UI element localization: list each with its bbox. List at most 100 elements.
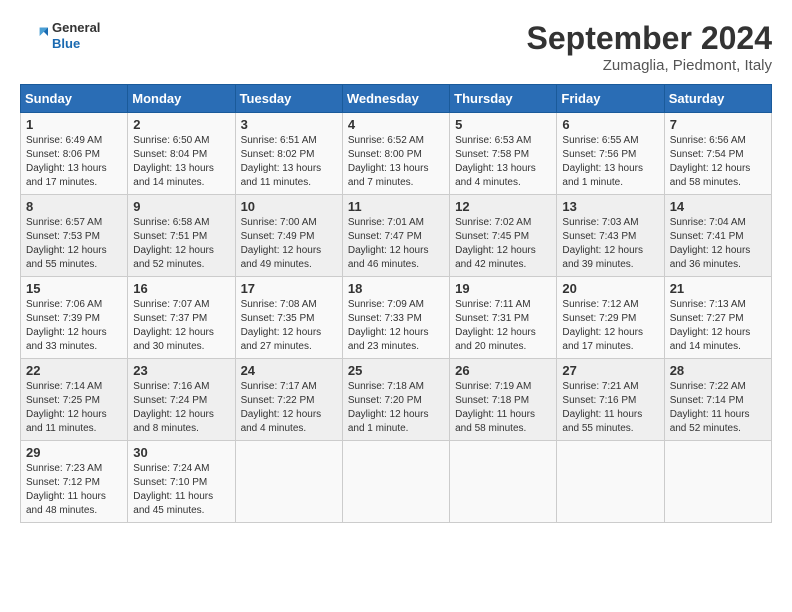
calendar-cell: 16 Sunrise: 7:07 AMSunset: 7:37 PMDayligh… (128, 277, 235, 359)
day-info: Sunrise: 6:58 AMSunset: 7:51 PMDaylight:… (133, 217, 214, 270)
day-number: 28 (670, 363, 766, 378)
day-number: 19 (455, 281, 551, 296)
day-number: 30 (133, 445, 229, 460)
day-number: 22 (26, 363, 122, 378)
day-info: Sunrise: 7:22 AMSunset: 7:14 PMDaylight:… (670, 381, 750, 434)
day-info: Sunrise: 7:07 AMSunset: 7:37 PMDaylight:… (133, 299, 214, 352)
calendar-cell: 15 Sunrise: 7:06 AMSunset: 7:39 PMDayligh… (21, 277, 128, 359)
day-number: 4 (348, 117, 444, 132)
day-info: Sunrise: 7:13 AMSunset: 7:27 PMDaylight:… (670, 299, 751, 352)
day-info: Sunrise: 6:55 AMSunset: 7:56 PMDaylight:… (562, 135, 643, 188)
day-info: Sunrise: 6:53 AMSunset: 7:58 PMDaylight:… (455, 135, 536, 188)
logo-icon (20, 22, 48, 50)
day-info: Sunrise: 7:02 AMSunset: 7:45 PMDaylight:… (455, 217, 536, 270)
calendar-cell: 19 Sunrise: 7:11 AMSunset: 7:31 PMDayligh… (450, 277, 557, 359)
calendar-cell (235, 441, 342, 523)
day-number: 24 (241, 363, 337, 378)
day-info: Sunrise: 7:21 AMSunset: 7:16 PMDaylight:… (562, 381, 642, 434)
calendar-cell (342, 441, 449, 523)
day-number: 18 (348, 281, 444, 296)
weekday-header: Wednesday (342, 85, 449, 113)
calendar-cell: 28 Sunrise: 7:22 AMSunset: 7:14 PMDayligh… (664, 359, 771, 441)
day-number: 9 (133, 199, 229, 214)
calendar-cell: 24 Sunrise: 7:17 AMSunset: 7:22 PMDayligh… (235, 359, 342, 441)
calendar-cell: 17Sunrise: 7:08 AMSunset: 7:35 PMDayligh… (235, 277, 342, 359)
day-info: Sunrise: 7:18 AMSunset: 7:20 PMDaylight:… (348, 381, 429, 434)
day-number: 26 (455, 363, 551, 378)
day-info: Sunrise: 7:09 AMSunset: 7:33 PMDaylight:… (348, 299, 429, 352)
calendar-cell: 27 Sunrise: 7:21 AMSunset: 7:16 PMDayligh… (557, 359, 664, 441)
calendar-cell: 29 Sunrise: 7:23 AMSunset: 7:12 PMDayligh… (21, 441, 128, 523)
day-info: Sunrise: 7:16 AMSunset: 7:24 PMDaylight:… (133, 381, 214, 434)
weekday-header: Thursday (450, 85, 557, 113)
day-info: Sunrise: 6:56 AMSunset: 7:54 PMDaylight:… (670, 135, 751, 188)
calendar-cell: 1 Sunrise: 6:49 AMSunset: 8:06 PMDaylight… (21, 113, 128, 195)
day-info: Sunrise: 6:50 AMSunset: 8:04 PMDaylight:… (133, 135, 214, 188)
day-info: Sunrise: 6:57 AMSunset: 7:53 PMDaylight:… (26, 217, 107, 270)
day-info: Sunrise: 7:04 AMSunset: 7:41 PMDaylight:… (670, 217, 751, 270)
day-number: 3 (241, 117, 337, 132)
calendar-cell: 10 Sunrise: 7:00 AMSunset: 7:49 PMDayligh… (235, 195, 342, 277)
calendar-cell: 12Sunrise: 7:02 AMSunset: 7:45 PMDayligh… (450, 195, 557, 277)
calendar-cell: 6 Sunrise: 6:55 AMSunset: 7:56 PMDaylight… (557, 113, 664, 195)
day-number: 14 (670, 199, 766, 214)
day-number: 5 (455, 117, 551, 132)
day-number: 1 (26, 117, 122, 132)
calendar-cell: 8 Sunrise: 6:57 AMSunset: 7:53 PMDaylight… (21, 195, 128, 277)
day-number: 15 (26, 281, 122, 296)
day-info: Sunrise: 7:17 AMSunset: 7:22 PMDaylight:… (241, 381, 322, 434)
calendar-cell: 22 Sunrise: 7:14 AMSunset: 7:25 PMDayligh… (21, 359, 128, 441)
calendar-cell: 26 Sunrise: 7:19 AMSunset: 7:18 PMDayligh… (450, 359, 557, 441)
day-number: 8 (26, 199, 122, 214)
day-number: 2 (133, 117, 229, 132)
weekday-header: Tuesday (235, 85, 342, 113)
calendar-cell: 30 Sunrise: 7:24 AMSunset: 7:10 PMDayligh… (128, 441, 235, 523)
day-number: 27 (562, 363, 658, 378)
day-number: 11 (348, 199, 444, 214)
day-info: Sunrise: 7:03 AMSunset: 7:43 PMDaylight:… (562, 217, 643, 270)
logo-blue-text: Blue (52, 36, 100, 52)
day-number: 16 (133, 281, 229, 296)
calendar-cell: 23Sunrise: 7:16 AMSunset: 7:24 PMDayligh… (128, 359, 235, 441)
day-info: Sunrise: 7:12 AMSunset: 7:29 PMDaylight:… (562, 299, 643, 352)
day-number: 6 (562, 117, 658, 132)
day-info: Sunrise: 6:49 AMSunset: 8:06 PMDaylight:… (26, 135, 107, 188)
day-number: 20 (562, 281, 658, 296)
day-number: 10 (241, 199, 337, 214)
day-number: 17 (241, 281, 337, 296)
day-info: Sunrise: 7:14 AMSunset: 7:25 PMDaylight:… (26, 381, 107, 434)
day-number: 25 (348, 363, 444, 378)
day-info: Sunrise: 6:51 AMSunset: 8:02 PMDaylight:… (241, 135, 322, 188)
calendar: SundayMondayTuesdayWednesdayThursdayFrid… (20, 84, 772, 523)
calendar-cell: 11 Sunrise: 7:01 AMSunset: 7:47 PMDayligh… (342, 195, 449, 277)
calendar-cell (664, 441, 771, 523)
calendar-cell: 5 Sunrise: 6:53 AMSunset: 7:58 PMDaylight… (450, 113, 557, 195)
day-number: 29 (26, 445, 122, 460)
calendar-cell: 3 Sunrise: 6:51 AMSunset: 8:02 PMDaylight… (235, 113, 342, 195)
calendar-cell: 21 Sunrise: 7:13 AMSunset: 7:27 PMDayligh… (664, 277, 771, 359)
calendar-cell (557, 441, 664, 523)
calendar-cell: 20 Sunrise: 7:12 AMSunset: 7:29 PMDayligh… (557, 277, 664, 359)
day-info: Sunrise: 7:11 AMSunset: 7:31 PMDaylight:… (455, 299, 536, 352)
day-number: 7 (670, 117, 766, 132)
calendar-cell: 18 Sunrise: 7:09 AMSunset: 7:33 PMDayligh… (342, 277, 449, 359)
day-info: Sunrise: 6:52 AMSunset: 8:00 PMDaylight:… (348, 135, 429, 188)
calendar-cell: 25 Sunrise: 7:18 AMSunset: 7:20 PMDayligh… (342, 359, 449, 441)
weekday-header: Saturday (664, 85, 771, 113)
calendar-cell: 7 Sunrise: 6:56 AMSunset: 7:54 PMDaylight… (664, 113, 771, 195)
calendar-cell (450, 441, 557, 523)
logo: General Blue (20, 20, 100, 51)
day-number: 13 (562, 199, 658, 214)
day-info: Sunrise: 7:23 AMSunset: 7:12 PMDaylight:… (26, 463, 106, 516)
day-info: Sunrise: 7:06 AMSunset: 7:39 PMDaylight:… (26, 299, 107, 352)
calendar-cell: 2 Sunrise: 6:50 AMSunset: 8:04 PMDaylight… (128, 113, 235, 195)
day-info: Sunrise: 7:00 AMSunset: 7:49 PMDaylight:… (241, 217, 322, 270)
weekday-header: Sunday (21, 85, 128, 113)
day-number: 21 (670, 281, 766, 296)
day-info: Sunrise: 7:24 AMSunset: 7:10 PMDaylight:… (133, 463, 213, 516)
day-info: Sunrise: 7:01 AMSunset: 7:47 PMDaylight:… (348, 217, 429, 270)
calendar-cell: 14 Sunrise: 7:04 AMSunset: 7:41 PMDayligh… (664, 195, 771, 277)
day-info: Sunrise: 7:19 AMSunset: 7:18 PMDaylight:… (455, 381, 535, 434)
calendar-cell: 13 Sunrise: 7:03 AMSunset: 7:43 PMDayligh… (557, 195, 664, 277)
month-title: September 2024 (527, 20, 772, 57)
